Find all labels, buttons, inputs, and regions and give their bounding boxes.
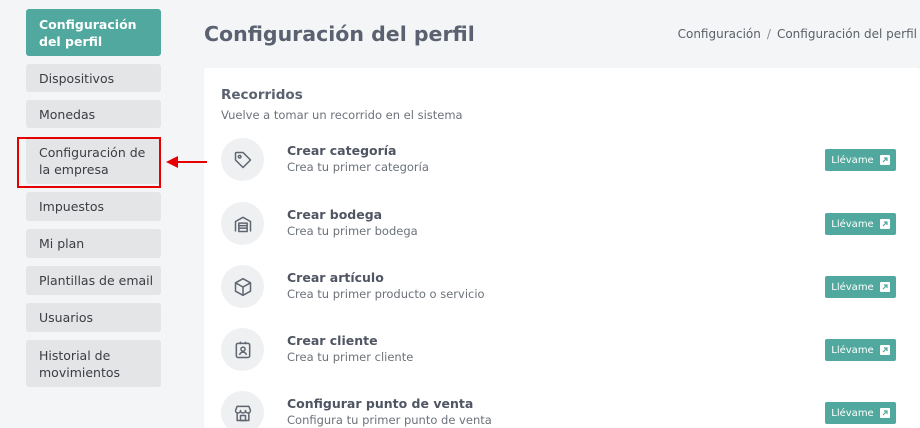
button-label: Llévame <box>831 154 874 166</box>
sidebar-item-label: Impuestos <box>39 199 104 214</box>
card-title: Recorridos <box>221 87 303 103</box>
button-label: Llévame <box>831 281 874 293</box>
tour-item: Crear categoría Crea tu primer categoría… <box>221 136 916 182</box>
breadcrumb-item-current: Configuración del perfil <box>776 27 917 41</box>
sidebar-item-label: Mi plan <box>39 236 85 251</box>
tour-title: Crear cliente <box>287 333 378 348</box>
take-me-button[interactable]: Llévame <box>825 213 896 235</box>
tag-icon <box>221 138 264 181</box>
breadcrumb-item-settings[interactable]: Configuración <box>678 27 761 41</box>
sidebar-item-label: Historial de movimientos <box>39 347 121 380</box>
tour-description: Crea tu primer bodega <box>287 224 418 238</box>
take-me-button[interactable]: Llévame <box>825 402 896 424</box>
external-link-icon <box>879 219 890 229</box>
button-label: Llévame <box>831 344 874 356</box>
sidebar-item-users[interactable]: Usuarios <box>26 303 161 332</box>
tour-item: Crear cliente Crea tu primer cliente Llé… <box>221 326 916 372</box>
sidebar-item-label: Usuarios <box>39 310 94 325</box>
external-link-icon <box>879 282 890 292</box>
arrow-left-icon <box>166 156 207 168</box>
tours-card: Recorridos Vuelve a tomar un recorrido e… <box>204 68 920 428</box>
take-me-button[interactable]: Llévame <box>825 276 896 298</box>
breadcrumb-separator: / <box>766 27 771 41</box>
external-link-icon <box>879 345 890 355</box>
external-link-icon <box>879 155 890 165</box>
take-me-button[interactable]: Llévame <box>825 339 896 361</box>
tour-item: Configurar punto de venta Configura tu p… <box>221 389 916 428</box>
sidebar-item-my-plan[interactable]: Mi plan <box>26 229 161 258</box>
tour-title: Configurar punto de venta <box>287 396 474 411</box>
sidebar-item-profile-settings[interactable]: Configuración del perfil <box>26 9 161 56</box>
button-label: Llévame <box>831 218 874 230</box>
highlight-box <box>17 137 161 188</box>
sidebar-item-label: Plantillas de email <box>39 273 154 288</box>
tour-title: Crear categoría <box>287 143 397 158</box>
sidebar-item-movement-history[interactable]: Historial de movimientos <box>26 340 161 387</box>
external-link-icon <box>879 408 890 418</box>
card-subtitle: Vuelve a tomar un recorrido en el sistem… <box>221 108 463 122</box>
box-icon <box>221 265 264 308</box>
tour-description: Crea tu primer categoría <box>287 160 429 174</box>
tour-item: Crear artículo Crea tu primer producto o… <box>221 263 916 309</box>
sidebar: Configuración del perfil Dispositivos Mo… <box>0 0 207 428</box>
tour-item: Crear bodega Crea tu primer bodega Lléva… <box>221 200 916 246</box>
warehouse-icon <box>221 202 264 245</box>
sidebar-item-devices[interactable]: Dispositivos <box>26 64 161 92</box>
tour-description: Crea tu primer cliente <box>287 350 414 364</box>
sidebar-item-email-templates[interactable]: Plantillas de email <box>26 266 161 295</box>
take-me-button[interactable]: Llévame <box>825 149 896 171</box>
sidebar-item-taxes[interactable]: Impuestos <box>26 192 161 221</box>
sidebar-item-label: Monedas <box>39 106 96 122</box>
sidebar-item-currencies[interactable]: Monedas <box>26 100 161 128</box>
tour-title: Crear bodega <box>287 207 383 222</box>
tour-title: Crear artículo <box>287 270 384 285</box>
tour-description: Configura tu primer punto de venta <box>287 413 492 427</box>
tour-description: Crea tu primer producto o servicio <box>287 287 485 301</box>
sidebar-item-label: Configuración del perfil <box>39 16 137 49</box>
breadcrumb: Configuración / Configuración del perfil <box>678 27 917 41</box>
button-label: Llévame <box>831 407 874 419</box>
contact-icon <box>221 328 264 371</box>
sidebar-item-label: Dispositivos <box>39 70 115 86</box>
store-icon <box>221 391 264 428</box>
page-title: Configuración del perfil <box>204 22 475 46</box>
